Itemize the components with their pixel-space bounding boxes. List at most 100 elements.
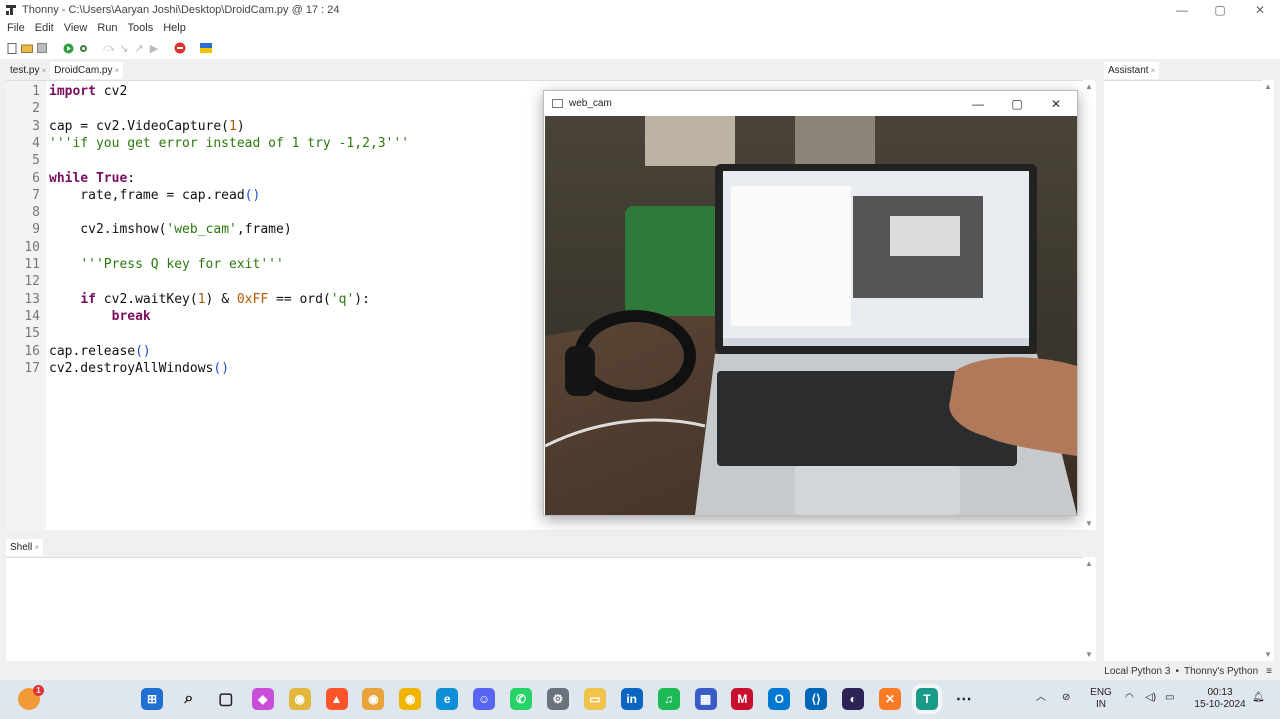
network-icon[interactable]: ⊘ bbox=[1062, 692, 1070, 704]
shell-scrollbar[interactable]: ▲ ▼ bbox=[1083, 557, 1095, 661]
code-line[interactable]: cv2.destroyAllWindows() bbox=[49, 361, 229, 376]
scroll-up-icon[interactable]: ▲ bbox=[1085, 82, 1093, 91]
volume-icon[interactable]: ◁) bbox=[1145, 692, 1156, 704]
menu-help[interactable]: Help bbox=[158, 22, 191, 34]
line-number: 3 bbox=[32, 118, 40, 134]
code-line[interactable]: cap.release() bbox=[49, 344, 151, 359]
status-bar: Local Python 3 • Thonny's Python ≡ bbox=[0, 663, 1280, 680]
more-icon[interactable]: ⋯ bbox=[953, 688, 975, 710]
scroll-down-icon[interactable]: ▼ bbox=[1264, 650, 1272, 659]
code-line[interactable]: cv2.imshow('web_cam',frame) bbox=[49, 222, 291, 237]
tab-shell[interactable]: Shell × bbox=[6, 539, 43, 556]
shell-panel[interactable] bbox=[6, 557, 1096, 661]
title-bar: Thonny - C:\Users\Aaryan Joshi\Desktop\D… bbox=[0, 0, 1280, 19]
copilot-icon[interactable]: ◆ bbox=[251, 688, 274, 710]
code-line[interactable]: if cv2.waitKey(1) & 0xFF == ord('q'): bbox=[49, 292, 370, 307]
webcam-maximize-button[interactable]: ▢ bbox=[998, 91, 1036, 116]
menu-file[interactable]: File bbox=[2, 22, 30, 34]
tab-label: test.py bbox=[10, 65, 40, 76]
new-file-icon[interactable] bbox=[6, 42, 18, 54]
close-tab-icon[interactable]: × bbox=[34, 543, 39, 552]
step-over-icon[interactable]: ⤼ bbox=[103, 42, 115, 54]
webcam-title-bar[interactable]: web_cam — ▢ ✕ bbox=[544, 91, 1077, 116]
run-icon[interactable] bbox=[62, 42, 74, 54]
interpreter-label[interactable]: Local Python 3 bbox=[1104, 666, 1170, 677]
scroll-down-icon[interactable]: ▼ bbox=[1085, 650, 1093, 659]
ukraine-flag-icon[interactable] bbox=[200, 42, 212, 54]
whatsapp-icon[interactable]: ✆ bbox=[510, 688, 532, 710]
code-line[interactable]: break bbox=[49, 309, 151, 324]
scroll-down-icon[interactable]: ▼ bbox=[1085, 519, 1093, 528]
file-explorer-icon[interactable]: ▭ bbox=[583, 688, 606, 710]
line-number: 10 bbox=[24, 239, 40, 255]
eclipse-icon[interactable]: ◐ bbox=[842, 688, 865, 710]
thonny-icon[interactable]: T bbox=[915, 688, 938, 710]
code-line[interactable]: while True: bbox=[49, 171, 135, 186]
debug-icon[interactable] bbox=[77, 42, 89, 54]
line-number: 4 bbox=[32, 135, 40, 151]
task-view-icon[interactable]: ▢ bbox=[215, 688, 237, 710]
spotify-icon[interactable]: ♫ bbox=[657, 688, 680, 710]
close-tab-icon[interactable]: × bbox=[115, 66, 120, 75]
search-icon[interactable]: ⌕ bbox=[178, 688, 200, 710]
store-icon[interactable]: ▦ bbox=[694, 688, 717, 710]
chrome-profile2-icon[interactable]: ◉ bbox=[399, 688, 422, 710]
xampp-icon[interactable]: ✕ bbox=[879, 688, 901, 710]
scroll-up-icon[interactable]: ▲ bbox=[1264, 82, 1272, 91]
wifi-icon[interactable]: ◠ bbox=[1125, 692, 1134, 704]
code-line[interactable]: rate,frame = cap.read() bbox=[49, 188, 260, 203]
resume-icon[interactable]: ▶ bbox=[148, 42, 160, 55]
close-tab-icon[interactable]: × bbox=[1151, 66, 1156, 75]
code-line[interactable]: '''if you get error instead of 1 try -1,… bbox=[49, 136, 409, 151]
scroll-up-icon[interactable]: ▲ bbox=[1085, 559, 1093, 568]
code-line[interactable]: cap = cv2.VideoCapture(1) bbox=[49, 119, 245, 134]
start-icon[interactable]: ⊞ bbox=[141, 688, 163, 710]
outlook-icon[interactable]: O bbox=[768, 688, 791, 710]
show-hidden-icons-icon[interactable]: ︿ bbox=[1036, 692, 1046, 704]
line-number: 13 bbox=[24, 291, 40, 307]
chrome-profile-icon[interactable]: ◉ bbox=[362, 688, 385, 710]
step-out-icon[interactable]: ↗ bbox=[133, 42, 145, 55]
line-number: 7 bbox=[32, 187, 40, 203]
settings-icon[interactable]: ⚙ bbox=[546, 688, 569, 710]
minimize-button[interactable]: — bbox=[1162, 0, 1202, 19]
open-file-icon[interactable] bbox=[21, 42, 33, 54]
stop-icon[interactable] bbox=[174, 42, 186, 54]
weather-icon[interactable]: 1 bbox=[18, 685, 44, 710]
menu-run[interactable]: Run bbox=[92, 22, 122, 34]
close-button[interactable]: ✕ bbox=[1240, 0, 1280, 19]
tab-droidcam-py[interactable]: DroidCam.py × bbox=[50, 62, 124, 79]
clock[interactable]: 00:13 15-10-2024 bbox=[1188, 687, 1252, 711]
webcam-close-button[interactable]: ✕ bbox=[1037, 91, 1075, 116]
menu-tools[interactable]: Tools bbox=[123, 22, 159, 34]
webcam-window[interactable]: web_cam — ▢ ✕ bbox=[543, 90, 1078, 516]
mcafee-icon[interactable]: M bbox=[731, 688, 754, 710]
step-into-icon[interactable]: ↘ bbox=[118, 42, 130, 55]
brave-icon[interactable]: ▲ bbox=[325, 688, 348, 710]
menu-view[interactable]: View bbox=[59, 22, 93, 34]
code-line[interactable]: '''Press Q key for exit''' bbox=[49, 257, 284, 272]
chrome-icon[interactable]: ◉ bbox=[288, 688, 311, 710]
battery-icon[interactable]: ▭ bbox=[1165, 692, 1174, 704]
assistant-scrollbar[interactable]: ▲ ▼ bbox=[1262, 80, 1274, 661]
environment-label[interactable]: Thonny's Python bbox=[1184, 666, 1258, 677]
camera-feed-image bbox=[545, 116, 1077, 515]
linkedin-icon[interactable]: in bbox=[620, 688, 643, 710]
notification-bell-icon[interactable]: 🔔︎ bbox=[1252, 692, 1265, 704]
close-tab-icon[interactable]: × bbox=[41, 66, 46, 75]
editor-scrollbar[interactable]: ▲ ▼ bbox=[1083, 80, 1095, 530]
edge-icon[interactable]: e bbox=[436, 688, 459, 710]
language-indicator[interactable]: ENG IN bbox=[1086, 687, 1116, 711]
tab-test-py[interactable]: test.py × bbox=[6, 62, 50, 79]
discord-icon[interactable]: ☺ bbox=[473, 688, 496, 710]
menu-edit[interactable]: Edit bbox=[30, 22, 59, 34]
save-icon[interactable] bbox=[36, 42, 48, 54]
webcam-minimize-button[interactable]: — bbox=[959, 91, 997, 116]
tab-assistant[interactable]: Assistant × bbox=[1104, 62, 1160, 79]
status-menu-icon[interactable]: ≡ bbox=[1266, 666, 1272, 677]
code-line[interactable]: import cv2 bbox=[49, 84, 127, 99]
vscode-icon[interactable]: ⟨⟩ bbox=[805, 688, 828, 710]
status-separator: • bbox=[1175, 666, 1179, 677]
line-number: 16 bbox=[24, 343, 40, 359]
maximize-button[interactable]: ▢ bbox=[1200, 0, 1240, 19]
